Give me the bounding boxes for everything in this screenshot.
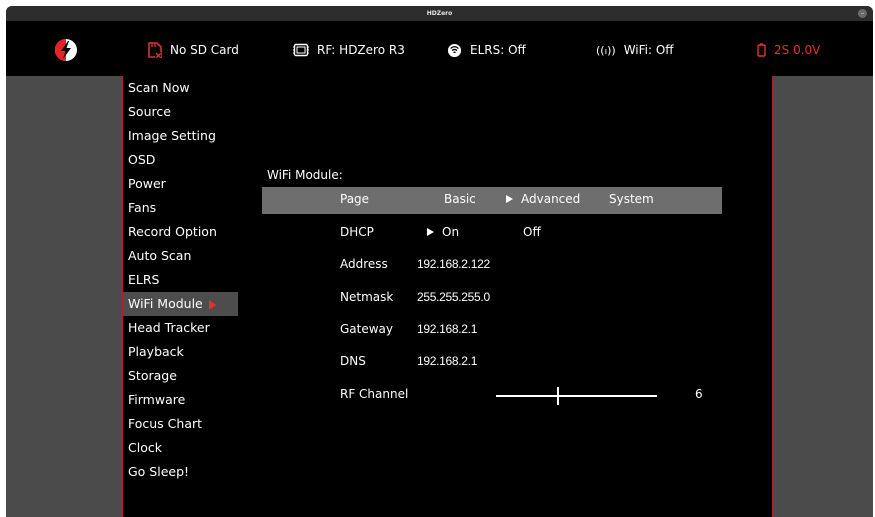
page-option-advanced[interactable]: Advanced	[506, 192, 580, 206]
menu-item-clock[interactable]: Clock	[123, 436, 240, 460]
wifi-status: ((ı)) WiFi: Off	[596, 41, 674, 59]
wifi-label: WiFi: Off	[623, 43, 674, 57]
selection-arrow-icon	[506, 195, 513, 203]
app-window: HDZero – No SD Card RF: HDZero R3 ELRS: …	[6, 6, 873, 517]
menu-item-label: Fans	[128, 200, 157, 215]
menu-item-image-setting[interactable]: Image Setting	[123, 124, 240, 148]
menu-item-label: Scan Now	[128, 80, 190, 95]
menu-item-label: Image Setting	[128, 128, 216, 143]
page-label: Page	[340, 192, 370, 206]
address-label: Address	[340, 257, 388, 271]
menu-item-wifi-module[interactable]: WiFi Module	[123, 292, 240, 316]
elrs-icon	[447, 43, 462, 57]
menu-item-label: ELRS	[128, 272, 160, 287]
menu-item-go-sleep[interactable]: Go Sleep!	[123, 460, 240, 484]
selection-arrow-icon	[427, 228, 434, 236]
right-margin	[774, 76, 873, 517]
dhcp-option-on[interactable]: On	[427, 225, 459, 239]
rf-channel-value: 6	[695, 387, 703, 401]
address-value[interactable]: 192.168.2.122	[417, 257, 490, 271]
window-title: HDZero	[426, 10, 453, 17]
menu-item-label: Source	[128, 104, 171, 119]
menu-item-head-tracker[interactable]: Head Tracker	[123, 316, 240, 340]
menu-item-label: Storage	[128, 368, 177, 383]
sd-card-icon	[148, 42, 162, 58]
menu-item-label: Focus Chart	[128, 416, 203, 431]
rf-channel-slider-track[interactable]	[496, 395, 657, 397]
rf-status: RF: HDZero R3	[293, 41, 405, 59]
menu-item-label: Firmware	[128, 392, 186, 407]
menu-item-firmware[interactable]: Firmware	[123, 388, 240, 412]
gateway-label: Gateway	[340, 322, 394, 336]
wifi-icon: ((ı))	[596, 43, 616, 57]
menu-item-label: Auto Scan	[128, 248, 192, 263]
page-option-label: Advanced	[521, 192, 581, 206]
menu-item-playback[interactable]: Playback	[123, 340, 240, 364]
menu-item-focus-chart[interactable]: Focus Chart	[123, 412, 240, 436]
elrs-label: ELRS: Off	[470, 43, 526, 57]
menu-item-label: WiFi Module	[128, 296, 203, 311]
menu-item-label: OSD	[128, 152, 156, 167]
sidebar-menu: Scan Now Source Image Setting OSD Power …	[121, 76, 240, 517]
menu-item-label: Go Sleep!	[128, 464, 190, 479]
menu-item-auto-scan[interactable]: Auto Scan	[123, 244, 240, 268]
rf-channel-label: RF Channel	[340, 387, 409, 401]
menu-item-storage[interactable]: Storage	[123, 364, 240, 388]
menu-item-label: Power	[128, 176, 166, 191]
dhcp-option-off[interactable]: Off	[523, 225, 541, 239]
netmask-value[interactable]: 255.255.255.0	[417, 290, 490, 304]
menu-item-fans[interactable]: Fans	[123, 196, 240, 220]
selection-arrow-icon	[208, 299, 216, 310]
dhcp-option-label: On	[442, 225, 460, 239]
menu-item-label: Playback	[128, 344, 184, 359]
menu-item-label: Head Tracker	[128, 320, 210, 335]
battery-label: 2S 0.0V	[774, 43, 821, 57]
battery-icon	[757, 43, 766, 57]
page-option-basic[interactable]: Basic	[444, 192, 476, 206]
title-bar: HDZero –	[6, 6, 873, 21]
menu-item-elrs[interactable]: ELRS	[123, 268, 240, 292]
menu-item-label: Clock	[128, 440, 162, 455]
dns-label: DNS	[340, 354, 366, 368]
menu-item-osd[interactable]: OSD	[123, 148, 240, 172]
netmask-label: Netmask	[340, 290, 394, 304]
panel-heading: WiFi Module:	[267, 168, 343, 182]
window-menu-button[interactable]: –	[858, 9, 867, 18]
menu-item-power[interactable]: Power	[123, 172, 240, 196]
dhcp-label: DHCP	[340, 225, 374, 239]
battery-status: 2S 0.0V	[757, 41, 820, 59]
page-option-system[interactable]: System	[609, 192, 654, 206]
dns-value[interactable]: 192.168.2.1	[417, 354, 477, 368]
elrs-status: ELRS: Off	[447, 41, 526, 59]
menu-item-label: Record Option	[128, 224, 217, 239]
left-margin	[6, 76, 121, 517]
gateway-value[interactable]: 192.168.2.1	[417, 322, 477, 336]
chip-icon	[293, 43, 309, 57]
menu-item-source[interactable]: Source	[123, 100, 240, 124]
sd-card-label: No SD Card	[170, 43, 239, 57]
status-bar: No SD Card RF: HDZero R3 ELRS: Off ((ı))…	[6, 21, 873, 76]
rf-label: RF: HDZero R3	[317, 43, 405, 57]
menu-item-scan-now[interactable]: Scan Now	[123, 76, 240, 100]
wifi-settings-panel: WiFi Module: Page Basic Advanced System …	[238, 76, 774, 517]
rf-channel-slider-handle[interactable]	[557, 387, 559, 405]
hdzero-logo-icon	[55, 39, 77, 61]
sd-card-status: No SD Card	[148, 41, 239, 59]
menu-item-record-option[interactable]: Record Option	[123, 220, 240, 244]
